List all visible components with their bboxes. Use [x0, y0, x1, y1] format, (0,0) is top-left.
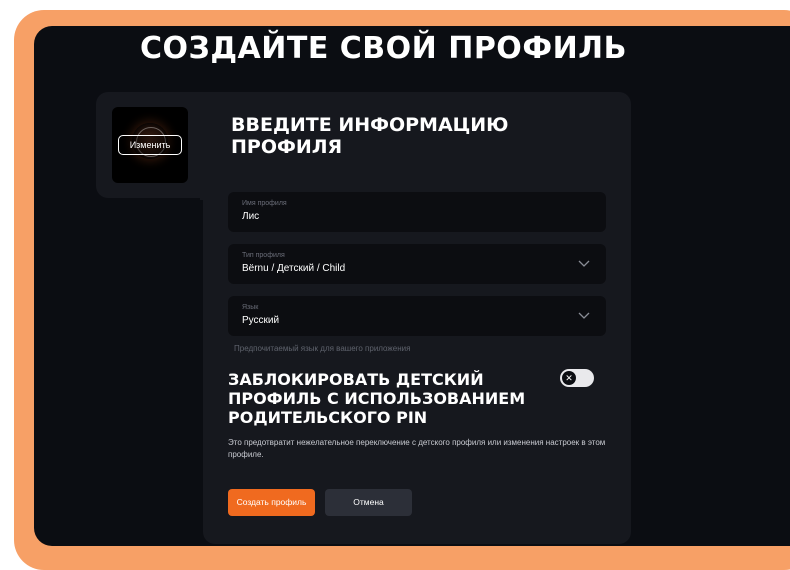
- form-title: ВВЕДИТЕ ИНФОРМАЦИЮ ПРОФИЛЯ: [231, 114, 509, 158]
- profile-type-label: Тип профиля: [242, 252, 285, 259]
- parental-lock-title: ЗАБЛОКИРОВАТЬ ДЕТСКИЙ ПРОФИЛЬ С ИСПОЛЬЗО…: [228, 370, 526, 427]
- parental-lock-toggle[interactable]: ✕: [560, 369, 594, 387]
- parental-lock-description: Это предотвратит нежелательное переключе…: [228, 438, 606, 459]
- language-label: Язык: [242, 304, 259, 311]
- language-select[interactable]: Язык Русский: [228, 296, 606, 336]
- cancel-button[interactable]: Отмена: [325, 489, 412, 516]
- profile-type-select[interactable]: Тип профиля Bërnu / Детский / Child: [228, 244, 606, 284]
- profile-name-field[interactable]: Имя профиля Лис: [228, 192, 606, 232]
- change-avatar-button[interactable]: Изменить: [118, 135, 182, 155]
- language-hint: Предпочитаемый язык для вашего приложени…: [234, 344, 411, 353]
- chevron-down-icon: [578, 260, 590, 267]
- close-icon: ✕: [562, 371, 576, 385]
- profile-name-label: Имя профиля: [242, 200, 287, 207]
- language-value: Русский: [242, 315, 280, 326]
- create-profile-button[interactable]: Создать профиль: [228, 489, 315, 516]
- page-title: СОЗДАЙТЕ СВОЙ ПРОФИЛЬ: [140, 31, 627, 66]
- avatar[interactable]: Изменить: [112, 107, 188, 183]
- profile-type-value: Bërnu / Детский / Child: [242, 263, 346, 274]
- profile-name-value: Лис: [242, 211, 260, 222]
- chevron-down-icon: [578, 312, 590, 319]
